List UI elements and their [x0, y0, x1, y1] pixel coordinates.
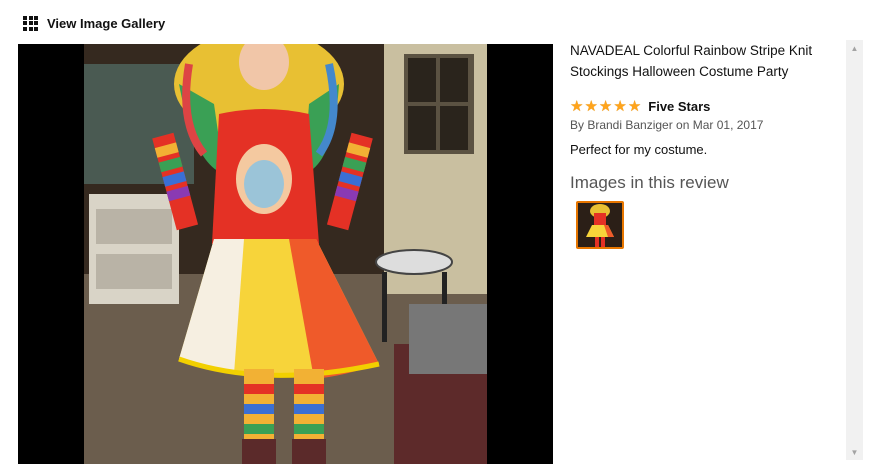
star-icon: ★	[627, 98, 642, 115]
vertical-scrollbar[interactable]: ▲ ▼	[846, 40, 863, 460]
view-image-gallery-link[interactable]: View Image Gallery	[23, 13, 165, 33]
review-panel: NAVADEAL Colorful Rainbow Stripe Knit St…	[570, 40, 840, 465]
star-icon: ★	[570, 98, 584, 115]
thumbnail-illustration	[578, 203, 622, 247]
star-icon: ★	[584, 98, 598, 115]
review-image-thumbnail[interactable]	[576, 201, 624, 249]
images-heading: Images in this review	[570, 173, 729, 192]
star-icon: ★	[613, 98, 627, 115]
product-title[interactable]: NAVADEAL Colorful Rainbow Stripe Knit St…	[570, 40, 835, 82]
grid-icon	[23, 15, 38, 31]
review-photo-illustration	[84, 44, 487, 464]
main-image-viewer	[18, 44, 553, 464]
scroll-down-arrow-icon[interactable]: ▼	[846, 444, 863, 460]
star-rating: ★ ★ ★ ★ ★	[570, 99, 641, 114]
review-headline: Five Stars	[648, 99, 711, 114]
scroll-up-arrow-icon[interactable]: ▲	[846, 40, 863, 56]
rating-row: ★ ★ ★ ★ ★ Five Stars	[570, 99, 840, 114]
gallery-title: View Image Gallery	[47, 15, 166, 31]
review-byline: By Brandi Banziger on Mar 01, 2017	[570, 118, 764, 132]
review-photo[interactable]	[84, 44, 487, 464]
review-body: Perfect for my costume.	[570, 142, 708, 157]
star-icon: ★	[598, 98, 613, 115]
